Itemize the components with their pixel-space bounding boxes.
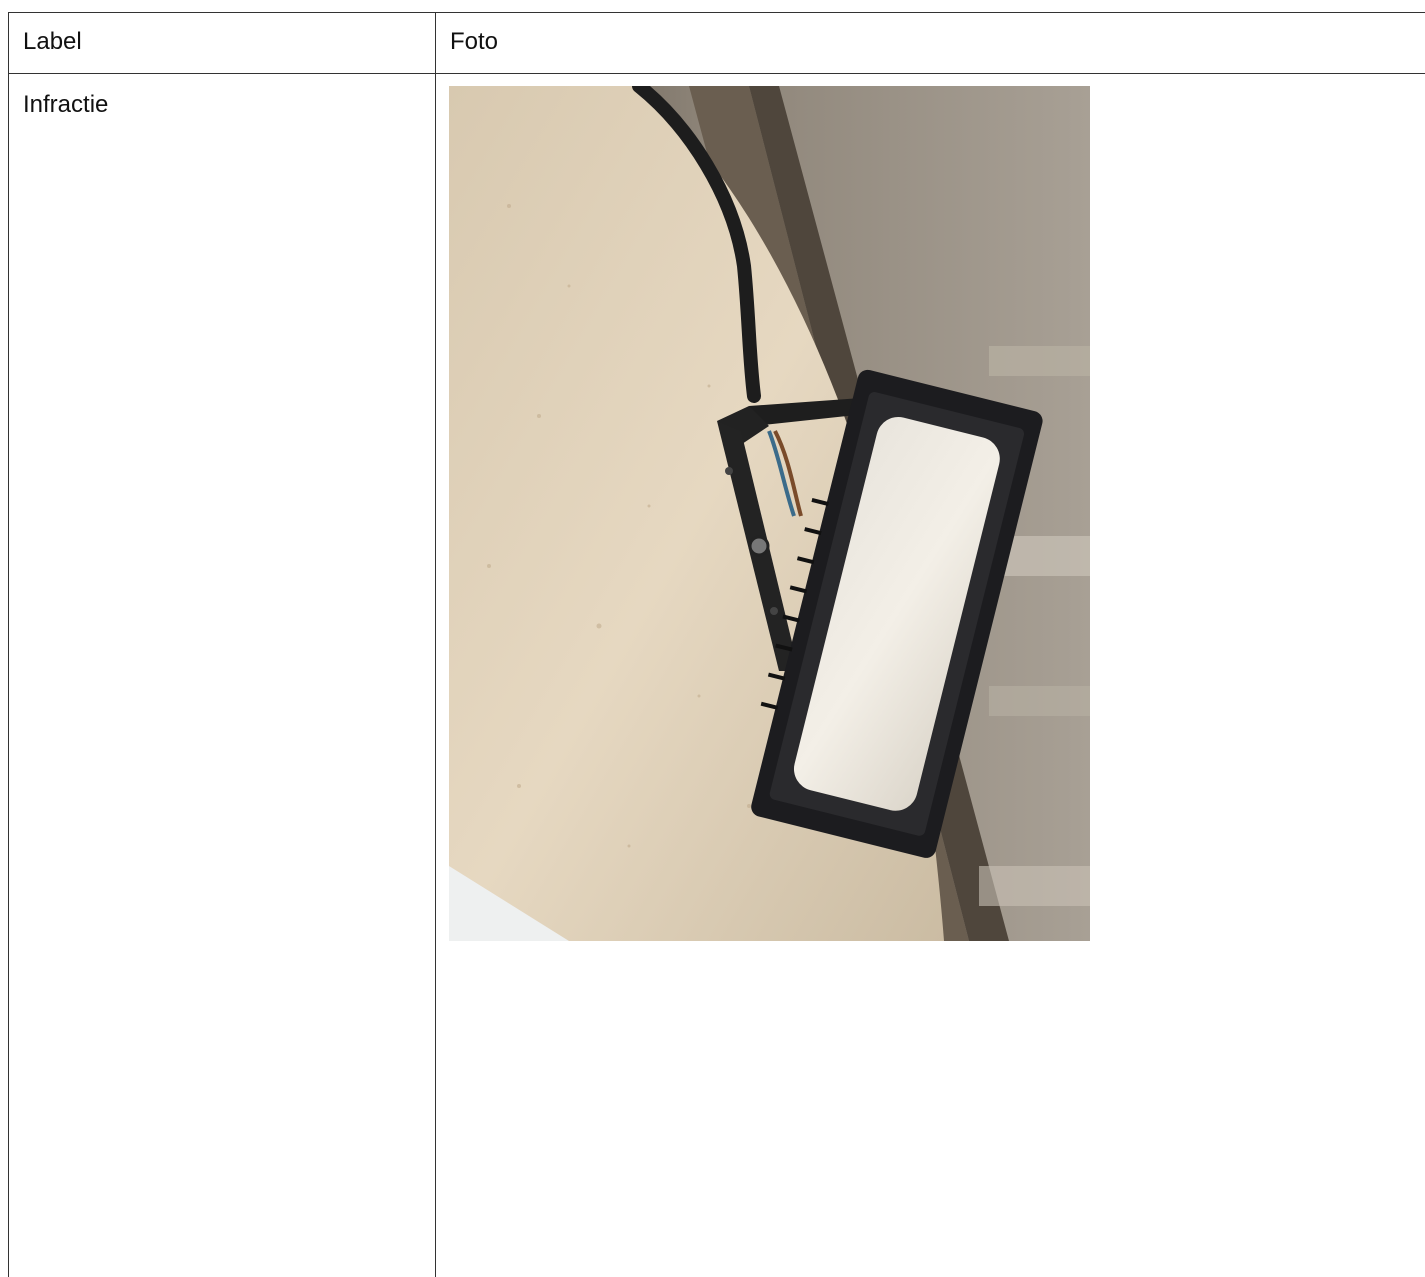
header-label: Label <box>23 28 82 55</box>
floodlight-photo <box>449 86 1090 941</box>
header-foto: Foto <box>450 28 499 55</box>
table-header-row <box>8 12 1425 74</box>
row-label-infractie: Infractie <box>23 91 109 118</box>
infraction-table: Label Foto Infractie <box>8 12 1425 1277</box>
column-divider <box>435 12 436 1277</box>
table-left-border <box>8 12 9 1277</box>
